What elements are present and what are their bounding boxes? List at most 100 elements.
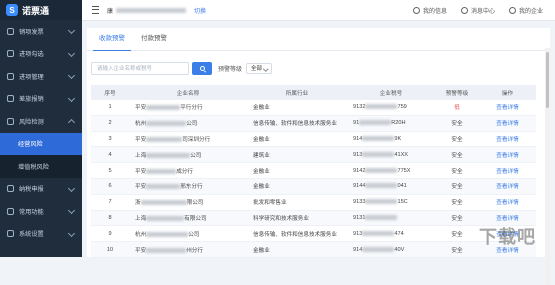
- my-messages-link[interactable]: 我的信息: [412, 6, 447, 15]
- blurred-text: [362, 246, 395, 252]
- blurred-text: [146, 137, 183, 142]
- cell-tax-id: 913 474: [347, 225, 435, 243]
- search-input[interactable]: 请输入企业名称或税号: [91, 61, 189, 75]
- company-name-suffix: 成分行: [176, 168, 193, 175]
- chevron-icon: [67, 206, 76, 215]
- tab-receipt-warning[interactable]: 收款预警: [93, 28, 131, 51]
- cell-warning-level: 安全: [435, 210, 479, 227]
- cell-no: 2: [91, 115, 129, 132]
- tab-payment-warning[interactable]: 付款预警: [135, 28, 173, 50]
- cell-industry: 金融业: [247, 131, 347, 148]
- tax-id-suffix: 41XX: [394, 151, 409, 158]
- cell-no: 4: [91, 146, 129, 164]
- company-name-suffix: 司深圳分行: [182, 136, 211, 143]
- menu-collapse-icon[interactable]: [92, 6, 99, 14]
- sidebar-item[interactable]: 差旅报销: [0, 88, 82, 111]
- sidebar-item[interactable]: 系统设置: [0, 223, 82, 246]
- company-name-prefix: 平安: [135, 136, 147, 143]
- table-row: 4 上海 公司 建筑业 913 41XX 安全 查看详情: [91, 146, 536, 164]
- cell-warning-level: 安全: [435, 178, 479, 195]
- warning-table: 序号 企业名称 所属行业 企业税号 预警等级 操作 1 平安 平行分行 金融业 9132…: [91, 85, 536, 258]
- blurred-text: [146, 121, 187, 127]
- cell-industry: 金融业: [247, 162, 347, 179]
- sidebar-item[interactable]: 进项勾选: [0, 43, 82, 66]
- blurred-text: [365, 214, 398, 220]
- col-header-name: 企业名称: [129, 85, 247, 100]
- chevron-icon: [67, 118, 76, 127]
- company-name-prefix: 上海: [135, 215, 147, 222]
- sidebar-item[interactable]: 纳税申报: [0, 178, 82, 201]
- cell-warning-level: 安全: [435, 131, 479, 148]
- user-icon: [508, 6, 516, 14]
- cell-tax-id: 9131: [347, 210, 435, 227]
- my-messages-label: 我的信息: [422, 8, 447, 15]
- table-row: 8 上海 有限公司 科学研究和技术服务业 9131 安全 查看详情: [91, 210, 536, 227]
- tax-id-suffix: 474: [394, 230, 404, 237]
- scrollbar-thumb[interactable]: [546, 52, 549, 108]
- menu-icon: [7, 207, 14, 215]
- view-detail-link[interactable]: 查看详情: [479, 131, 536, 148]
- tax-id-prefix: 9144: [353, 183, 366, 190]
- view-detail-link[interactable]: 查看详情: [479, 146, 536, 164]
- cell-company-name: 平安 州分行: [129, 241, 247, 258]
- table-row: 5 平安 成分行 金融业 9142 775X 安全 查看详情: [91, 162, 536, 179]
- cell-no: 1: [91, 100, 129, 116]
- blurred-text: [146, 247, 187, 253]
- blurred-text: [362, 151, 395, 157]
- cell-company-name: 上海 有限公司: [129, 210, 247, 227]
- tax-id-prefix: 9142: [353, 167, 366, 174]
- cell-no: 9: [91, 225, 129, 243]
- cell-company-name: 上海 公司: [129, 146, 247, 164]
- chevron-icon: [67, 94, 76, 102]
- cell-industry: 信息传输、软件和信息技术服务业: [247, 115, 347, 132]
- cell-no: 7: [91, 194, 129, 211]
- warning-level-select[interactable]: 全部: [246, 62, 273, 74]
- switch-company-link[interactable]: 切换: [194, 6, 206, 15]
- cell-company-name: 杭州 公司: [129, 225, 247, 243]
- cell-industry: 信息传输、软件和信息技术服务业: [247, 225, 347, 243]
- search-button[interactable]: [192, 61, 212, 75]
- table-row: 9 杭州 公司 信息传输、软件和信息技术服务业 913 474 安全 查看详情: [91, 225, 536, 243]
- view-detail-link[interactable]: 查看详情: [479, 115, 536, 132]
- my-company-link[interactable]: 我的企业: [508, 6, 543, 15]
- sidebar-subitem[interactable]: 增值税风险: [0, 155, 82, 178]
- sidebar-item[interactable]: 常用功能: [0, 200, 82, 223]
- company-name-prefix: 平安: [135, 168, 147, 175]
- cell-warning-level: 安全: [435, 194, 479, 211]
- blurred-text: [365, 167, 398, 173]
- cell-tax-id: 91 R20H: [347, 115, 435, 132]
- logo-text: 诺票通: [22, 5, 50, 16]
- chevron-icon: [67, 49, 76, 57]
- view-detail-link[interactable]: 查看详情: [479, 162, 536, 179]
- bell-icon: [460, 6, 468, 14]
- sidebar-item[interactable]: 风险检测: [0, 110, 82, 133]
- company-name-prefix: 浙: [135, 200, 141, 207]
- view-detail-link[interactable]: 查看详情: [479, 178, 536, 195]
- scrollbar[interactable]: [545, 48, 550, 285]
- filter-bar: 请输入企业名称或税号 预警等级 全部: [87, 56, 550, 80]
- sidebar-subitem[interactable]: 经营风险: [0, 132, 82, 155]
- sidebar-item-label: 进项勾选: [19, 51, 44, 59]
- search-icon: [199, 65, 205, 71]
- message-center-link[interactable]: 消息中心: [460, 6, 495, 15]
- cell-company-name: 平安 平行分行: [129, 100, 247, 116]
- sidebar-item[interactable]: 销项发票: [0, 20, 82, 43]
- cell-no: 8: [91, 210, 129, 227]
- blurred-text: [146, 152, 191, 158]
- cell-no: 3: [91, 131, 129, 148]
- sidebar-item[interactable]: 进项管理: [0, 65, 82, 88]
- sidebar-item-label: 差旅报销: [19, 96, 44, 104]
- view-detail-link[interactable]: 查看详情: [479, 194, 536, 211]
- current-company: 康: [107, 8, 114, 15]
- tax-id-prefix: 913: [353, 230, 363, 237]
- cell-warning-level: 安全: [435, 115, 479, 132]
- cell-company-name: 浙 限公司: [129, 194, 247, 211]
- app-logo[interactable]: S 诺票通: [0, 0, 82, 20]
- cell-warning-level: 安全: [435, 241, 479, 258]
- view-detail-link[interactable]: 查看详情: [479, 100, 536, 116]
- table-row: 7 浙 限公司 批发和零售业 9133 15C 安全 查看详情: [91, 194, 536, 211]
- company-name-suffix: 州分行: [186, 247, 203, 254]
- cell-tax-id: 914 9K: [347, 131, 435, 148]
- warning-level-value: 全部: [251, 66, 263, 72]
- sidebar-item-label: 纳税申报: [19, 186, 44, 194]
